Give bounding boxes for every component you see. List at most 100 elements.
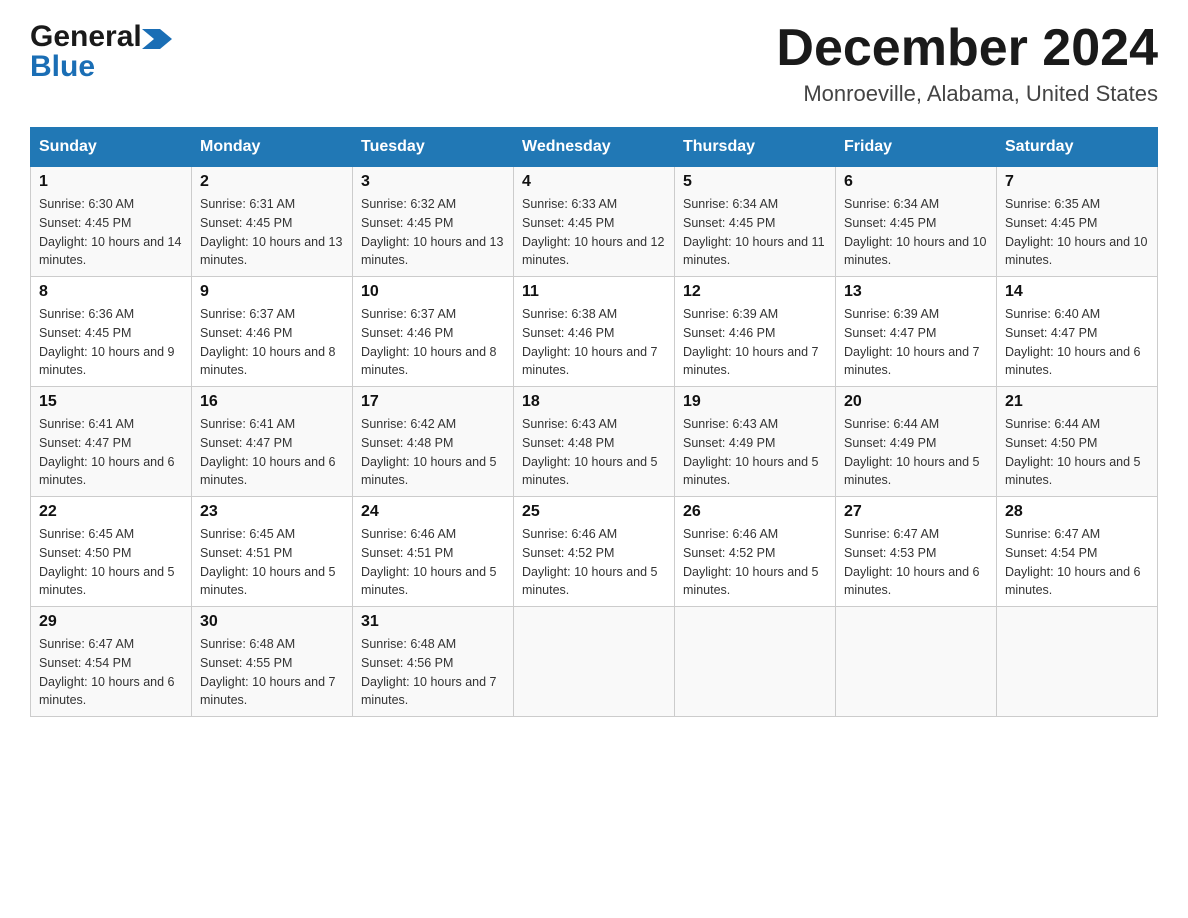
day-info: Sunrise: 6:34 AM Sunset: 4:45 PM Dayligh… — [683, 195, 827, 270]
table-row: 16 Sunrise: 6:41 AM Sunset: 4:47 PM Dayl… — [192, 387, 353, 497]
table-row: 30 Sunrise: 6:48 AM Sunset: 4:55 PM Dayl… — [192, 607, 353, 717]
table-row: 12 Sunrise: 6:39 AM Sunset: 4:46 PM Dayl… — [675, 277, 836, 387]
day-number: 12 — [683, 283, 827, 301]
day-info: Sunrise: 6:43 AM Sunset: 4:49 PM Dayligh… — [683, 415, 827, 490]
month-title: December 2024 — [776, 20, 1158, 77]
day-number: 15 — [39, 393, 183, 411]
table-row: 29 Sunrise: 6:47 AM Sunset: 4:54 PM Dayl… — [31, 607, 192, 717]
day-number: 20 — [844, 393, 988, 411]
table-row: 14 Sunrise: 6:40 AM Sunset: 4:47 PM Dayl… — [997, 277, 1158, 387]
day-info: Sunrise: 6:37 AM Sunset: 4:46 PM Dayligh… — [200, 305, 344, 380]
day-info: Sunrise: 6:45 AM Sunset: 4:50 PM Dayligh… — [39, 525, 183, 600]
day-info: Sunrise: 6:41 AM Sunset: 4:47 PM Dayligh… — [39, 415, 183, 490]
day-number: 13 — [844, 283, 988, 301]
calendar-week-row: 15 Sunrise: 6:41 AM Sunset: 4:47 PM Dayl… — [31, 387, 1158, 497]
col-thursday: Thursday — [675, 128, 836, 167]
calendar-table: Sunday Monday Tuesday Wednesday Thursday… — [30, 127, 1158, 717]
day-number: 6 — [844, 173, 988, 191]
table-row: 9 Sunrise: 6:37 AM Sunset: 4:46 PM Dayli… — [192, 277, 353, 387]
day-info: Sunrise: 6:34 AM Sunset: 4:45 PM Dayligh… — [844, 195, 988, 270]
day-number: 5 — [683, 173, 827, 191]
day-info: Sunrise: 6:47 AM Sunset: 4:54 PM Dayligh… — [1005, 525, 1149, 600]
day-number: 14 — [1005, 283, 1149, 301]
day-info: Sunrise: 6:46 AM Sunset: 4:51 PM Dayligh… — [361, 525, 505, 600]
day-number: 4 — [522, 173, 666, 191]
table-row: 18 Sunrise: 6:43 AM Sunset: 4:48 PM Dayl… — [514, 387, 675, 497]
day-number: 3 — [361, 173, 505, 191]
table-row — [836, 607, 997, 717]
table-row: 4 Sunrise: 6:33 AM Sunset: 4:45 PM Dayli… — [514, 167, 675, 277]
table-row: 5 Sunrise: 6:34 AM Sunset: 4:45 PM Dayli… — [675, 167, 836, 277]
calendar-week-row: 8 Sunrise: 6:36 AM Sunset: 4:45 PM Dayli… — [31, 277, 1158, 387]
day-number: 2 — [200, 173, 344, 191]
day-number: 21 — [1005, 393, 1149, 411]
day-number: 1 — [39, 173, 183, 191]
calendar-week-row: 29 Sunrise: 6:47 AM Sunset: 4:54 PM Dayl… — [31, 607, 1158, 717]
day-info: Sunrise: 6:44 AM Sunset: 4:49 PM Dayligh… — [844, 415, 988, 490]
table-row: 31 Sunrise: 6:48 AM Sunset: 4:56 PM Dayl… — [353, 607, 514, 717]
day-info: Sunrise: 6:44 AM Sunset: 4:50 PM Dayligh… — [1005, 415, 1149, 490]
title-block: December 2024 Monroeville, Alabama, Unit… — [776, 20, 1158, 107]
day-info: Sunrise: 6:47 AM Sunset: 4:54 PM Dayligh… — [39, 635, 183, 710]
col-saturday: Saturday — [997, 128, 1158, 167]
table-row: 24 Sunrise: 6:46 AM Sunset: 4:51 PM Dayl… — [353, 497, 514, 607]
day-info: Sunrise: 6:42 AM Sunset: 4:48 PM Dayligh… — [361, 415, 505, 490]
table-row: 7 Sunrise: 6:35 AM Sunset: 4:45 PM Dayli… — [997, 167, 1158, 277]
day-info: Sunrise: 6:46 AM Sunset: 4:52 PM Dayligh… — [683, 525, 827, 600]
day-info: Sunrise: 6:45 AM Sunset: 4:51 PM Dayligh… — [200, 525, 344, 600]
table-row: 20 Sunrise: 6:44 AM Sunset: 4:49 PM Dayl… — [836, 387, 997, 497]
table-row: 11 Sunrise: 6:38 AM Sunset: 4:46 PM Dayl… — [514, 277, 675, 387]
day-info: Sunrise: 6:36 AM Sunset: 4:45 PM Dayligh… — [39, 305, 183, 380]
table-row: 23 Sunrise: 6:45 AM Sunset: 4:51 PM Dayl… — [192, 497, 353, 607]
logo-general-text: General — [30, 20, 142, 54]
page-header: General Blue December 2024 Monroeville, … — [30, 20, 1158, 107]
day-info: Sunrise: 6:46 AM Sunset: 4:52 PM Dayligh… — [522, 525, 666, 600]
table-row: 13 Sunrise: 6:39 AM Sunset: 4:47 PM Dayl… — [836, 277, 997, 387]
day-number: 16 — [200, 393, 344, 411]
table-row — [514, 607, 675, 717]
table-row: 3 Sunrise: 6:32 AM Sunset: 4:45 PM Dayli… — [353, 167, 514, 277]
day-info: Sunrise: 6:43 AM Sunset: 4:48 PM Dayligh… — [522, 415, 666, 490]
day-number: 22 — [39, 503, 183, 521]
table-row: 10 Sunrise: 6:37 AM Sunset: 4:46 PM Dayl… — [353, 277, 514, 387]
table-row — [675, 607, 836, 717]
day-number: 28 — [1005, 503, 1149, 521]
col-sunday: Sunday — [31, 128, 192, 167]
location-subtitle: Monroeville, Alabama, United States — [776, 81, 1158, 107]
day-number: 7 — [1005, 173, 1149, 191]
calendar-week-row: 22 Sunrise: 6:45 AM Sunset: 4:50 PM Dayl… — [31, 497, 1158, 607]
col-monday: Monday — [192, 128, 353, 167]
day-number: 10 — [361, 283, 505, 301]
table-row: 19 Sunrise: 6:43 AM Sunset: 4:49 PM Dayl… — [675, 387, 836, 497]
day-info: Sunrise: 6:32 AM Sunset: 4:45 PM Dayligh… — [361, 195, 505, 270]
day-info: Sunrise: 6:33 AM Sunset: 4:45 PM Dayligh… — [522, 195, 666, 270]
day-info: Sunrise: 6:37 AM Sunset: 4:46 PM Dayligh… — [361, 305, 505, 380]
table-row: 15 Sunrise: 6:41 AM Sunset: 4:47 PM Dayl… — [31, 387, 192, 497]
day-info: Sunrise: 6:38 AM Sunset: 4:46 PM Dayligh… — [522, 305, 666, 380]
day-info: Sunrise: 6:48 AM Sunset: 4:55 PM Dayligh… — [200, 635, 344, 710]
day-info: Sunrise: 6:30 AM Sunset: 4:45 PM Dayligh… — [39, 195, 183, 270]
day-number: 17 — [361, 393, 505, 411]
table-row: 2 Sunrise: 6:31 AM Sunset: 4:45 PM Dayli… — [192, 167, 353, 277]
table-row: 22 Sunrise: 6:45 AM Sunset: 4:50 PM Dayl… — [31, 497, 192, 607]
day-number: 26 — [683, 503, 827, 521]
table-row: 21 Sunrise: 6:44 AM Sunset: 4:50 PM Dayl… — [997, 387, 1158, 497]
day-info: Sunrise: 6:31 AM Sunset: 4:45 PM Dayligh… — [200, 195, 344, 270]
day-number: 31 — [361, 613, 505, 631]
day-number: 9 — [200, 283, 344, 301]
calendar-header-row: Sunday Monday Tuesday Wednesday Thursday… — [31, 128, 1158, 167]
logo-blue-text: Blue — [30, 50, 95, 84]
day-number: 19 — [683, 393, 827, 411]
day-number: 29 — [39, 613, 183, 631]
day-number: 24 — [361, 503, 505, 521]
table-row — [997, 607, 1158, 717]
table-row: 26 Sunrise: 6:46 AM Sunset: 4:52 PM Dayl… — [675, 497, 836, 607]
day-number: 30 — [200, 613, 344, 631]
col-tuesday: Tuesday — [353, 128, 514, 167]
col-wednesday: Wednesday — [514, 128, 675, 167]
table-row: 17 Sunrise: 6:42 AM Sunset: 4:48 PM Dayl… — [353, 387, 514, 497]
logo: General Blue — [30, 20, 172, 84]
table-row: 27 Sunrise: 6:47 AM Sunset: 4:53 PM Dayl… — [836, 497, 997, 607]
day-info: Sunrise: 6:39 AM Sunset: 4:47 PM Dayligh… — [844, 305, 988, 380]
day-number: 11 — [522, 283, 666, 301]
